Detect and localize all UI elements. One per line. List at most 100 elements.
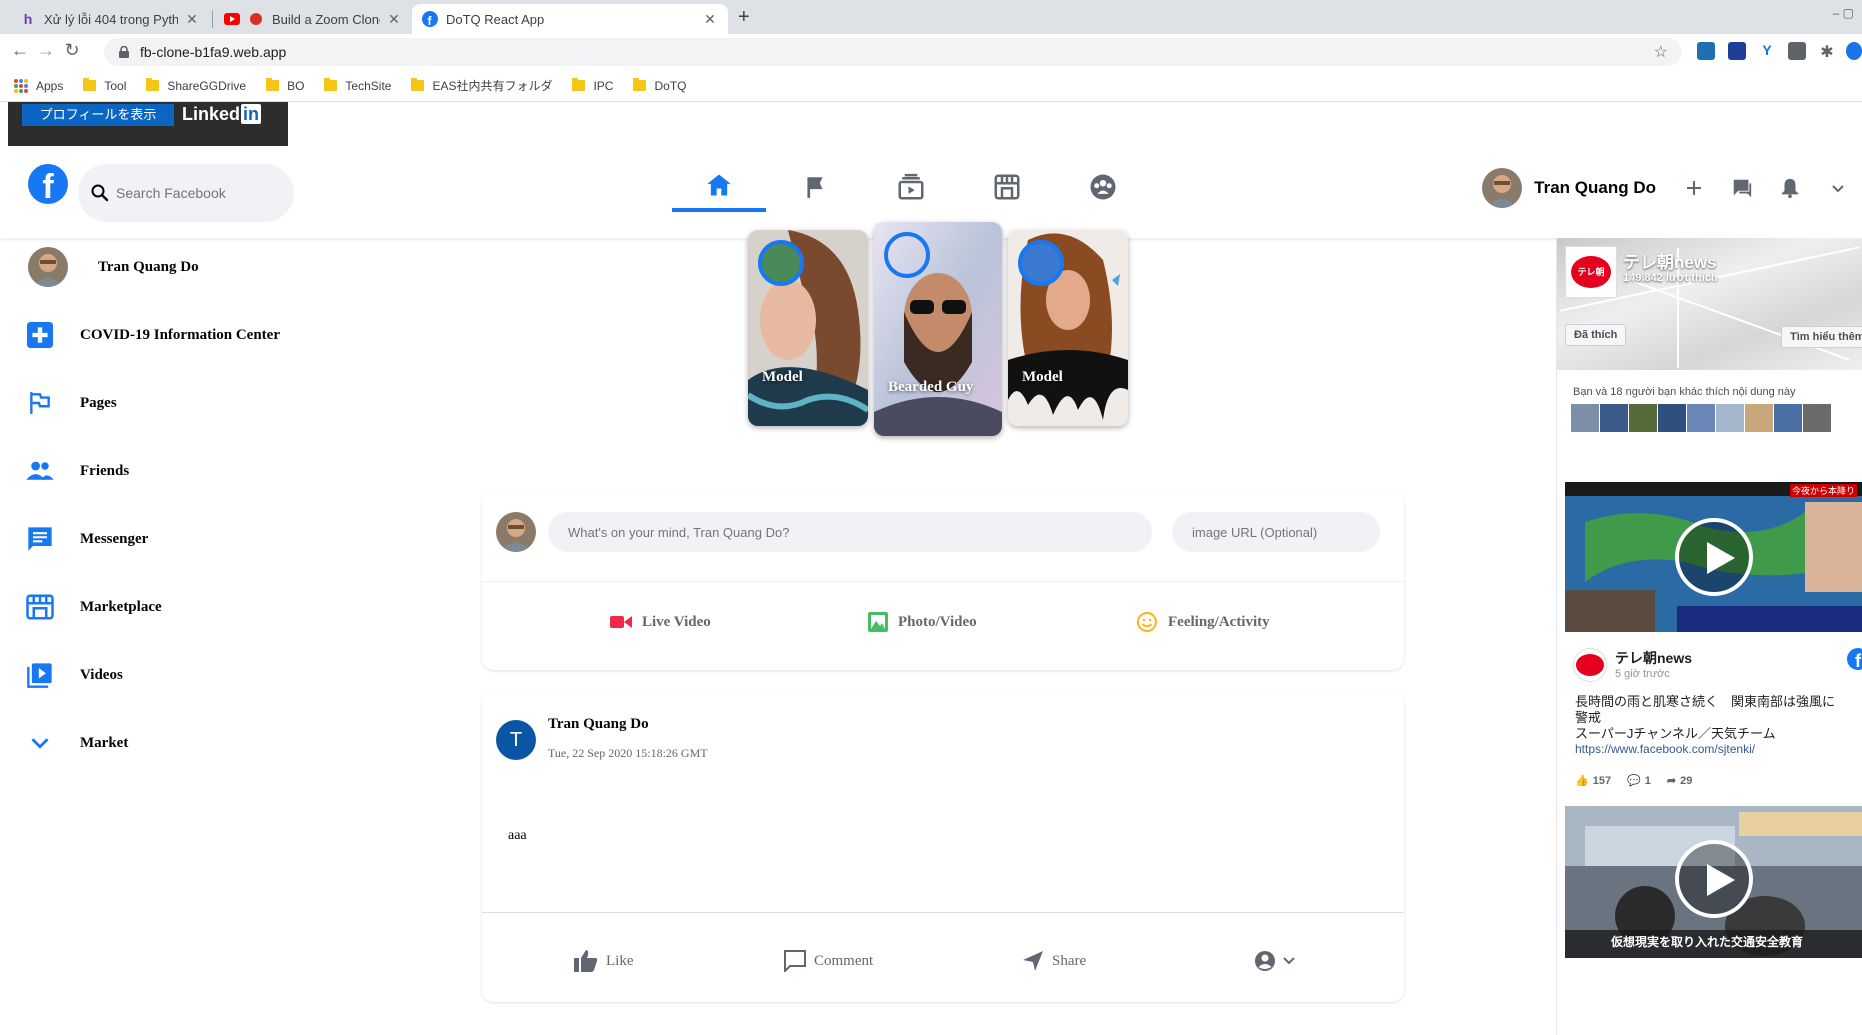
header-user-name[interactable]: Tran Quang Do: [1534, 178, 1656, 198]
live-video-option[interactable]: Live Video: [610, 602, 711, 642]
page-avatar[interactable]: [1573, 648, 1607, 682]
nav-groups[interactable]: [1056, 162, 1150, 212]
friend-avatar[interactable]: [1687, 404, 1715, 432]
puzzle-extensions-icon[interactable]: ✱: [1818, 42, 1836, 61]
browser-tab-strip: h Xử lý lỗi 404 trong Python Djang ✕ Bui…: [0, 0, 1862, 34]
story-card[interactable]: Model: [748, 230, 868, 426]
friend-avatar[interactable]: [1803, 404, 1831, 432]
extension-icon[interactable]: [1697, 42, 1715, 60]
photo-video-option[interactable]: Photo/Video: [868, 602, 977, 642]
friend-avatar[interactable]: [1600, 404, 1628, 432]
bookmark-star-icon[interactable]: ☆: [1654, 42, 1668, 62]
extension-badge-icon[interactable]: [1788, 42, 1806, 60]
post-author-avatar[interactable]: T: [496, 720, 536, 760]
browser-tab-1[interactable]: h Xử lý lỗi 404 trong Python Djang ✕: [10, 4, 210, 34]
facebook-logo-icon[interactable]: f: [28, 164, 68, 204]
sidebar-item-covid[interactable]: COVID-19 Information Center: [20, 310, 320, 360]
window-controls[interactable]: – ▢: [1802, 0, 1862, 34]
share-count[interactable]: ➦ 29: [1667, 774, 1692, 788]
bookmark-techsite[interactable]: TechSite: [324, 78, 392, 93]
bookmark-apps[interactable]: Apps: [14, 78, 63, 93]
close-tab-icon[interactable]: ✕: [386, 11, 402, 28]
story-card[interactable]: Bearded Guy: [874, 222, 1002, 436]
nav-marketplace[interactable]: [960, 162, 1054, 212]
recording-dot-icon: [248, 11, 264, 27]
sidebar-item-label: Friends: [80, 462, 130, 479]
window-control-icons[interactable]: – ▢: [1833, 6, 1854, 20]
image-url-input[interactable]: [1172, 512, 1380, 552]
bitwarden-icon[interactable]: [1728, 42, 1746, 60]
view-profile-button[interactable]: プロフィールを表示: [22, 104, 174, 126]
bookmark-label: TechSite: [345, 78, 392, 93]
page-name[interactable]: テレ朝news: [1623, 248, 1717, 273]
like-count[interactable]: 👍 157: [1575, 774, 1611, 788]
notifications-button[interactable]: [1772, 170, 1808, 206]
close-tab-icon[interactable]: ✕: [184, 11, 200, 28]
nav-watch[interactable]: [864, 162, 958, 212]
play-button-icon[interactable]: [1675, 518, 1753, 596]
play-button-icon[interactable]: [1675, 840, 1753, 918]
friend-avatar[interactable]: [1658, 404, 1686, 432]
widget-post-link[interactable]: https://www.facebook.com/sjtenki/: [1575, 742, 1755, 756]
new-tab-button[interactable]: +: [738, 6, 750, 29]
bookmark-sharegg[interactable]: ShareGGDrive: [146, 78, 246, 93]
facebook-icon[interactable]: f: [1847, 648, 1862, 670]
linkedin-badge[interactable]: プロフィールを表示 Linked in: [8, 102, 288, 146]
account-menu-button[interactable]: [1820, 170, 1856, 206]
status-input[interactable]: [548, 512, 1152, 552]
page-post-time[interactable]: 5 giờ trước: [1615, 668, 1670, 680]
feeling-activity-option[interactable]: Feeling/Activity: [1136, 602, 1270, 642]
reload-icon[interactable]: ↻: [60, 40, 84, 61]
sidebar-item-videos[interactable]: Videos: [20, 650, 320, 700]
page-logo[interactable]: テレ朝: [1565, 246, 1617, 298]
comment-button[interactable]: Comment: [784, 947, 873, 975]
back-arrow-icon[interactable]: ←: [8, 40, 32, 61]
friend-avatar[interactable]: [1629, 404, 1657, 432]
page-post-name[interactable]: テレ朝news: [1615, 648, 1692, 668]
sidebar-item-marketplace[interactable]: Marketplace: [20, 582, 320, 632]
bookmark-bo[interactable]: BO: [266, 78, 304, 93]
vue-devtools-icon[interactable]: Y: [1758, 42, 1776, 60]
bookmark-eas[interactable]: EAS社内共有フォルダ: [411, 77, 552, 94]
share-button[interactable]: Share: [1022, 947, 1086, 975]
video-library-icon: [20, 655, 60, 695]
plus-icon: [1687, 181, 1701, 195]
like-button[interactable]: Like: [574, 947, 634, 975]
bookmark-ipc[interactable]: IPC: [572, 78, 613, 93]
close-tab-icon[interactable]: ✕: [702, 11, 718, 28]
post-author-name[interactable]: Tran Quang Do: [548, 716, 649, 733]
browser-tab-3-active[interactable]: f DoTQ React App ✕: [412, 4, 728, 34]
friend-avatar[interactable]: [1745, 404, 1773, 432]
option-label: Feeling/Activity: [1168, 613, 1270, 630]
messenger-button[interactable]: [1724, 170, 1760, 206]
bookmark-tool[interactable]: Tool: [83, 78, 126, 93]
nav-home[interactable]: [672, 162, 766, 212]
search-box[interactable]: [78, 164, 294, 222]
sidebar-item-profile[interactable]: Tran Quang Do: [28, 242, 328, 292]
sidebar-item-market[interactable]: Market: [20, 718, 320, 768]
friend-avatar[interactable]: [1774, 404, 1802, 432]
liked-button[interactable]: Đã thích: [1565, 324, 1627, 346]
sidebar-item-messenger[interactable]: Messenger: [20, 514, 320, 564]
video-thumbnail-weather[interactable]: 今夜から本降り: [1565, 482, 1862, 632]
story-card[interactable]: Model: [1008, 230, 1128, 426]
bookmark-dotq[interactable]: DoTQ: [633, 78, 687, 93]
browser-tab-2[interactable]: Build a Zoom Clone with Node ✕: [214, 4, 412, 34]
page-cover-image[interactable]: テレ朝 テレ朝news 149.842 lượt thích Đã thích …: [1557, 238, 1862, 370]
comment-count[interactable]: 💬 1: [1627, 774, 1651, 788]
profile-icon[interactable]: [1846, 42, 1862, 60]
address-bar[interactable]: fb-clone-b1fa9.web.app ☆: [104, 38, 1682, 66]
create-button[interactable]: [1676, 170, 1712, 206]
post-audience-menu[interactable]: [1254, 947, 1296, 975]
url-text[interactable]: fb-clone-b1fa9.web.app: [140, 44, 286, 60]
user-avatar[interactable]: [1482, 168, 1523, 208]
friend-avatar[interactable]: [1716, 404, 1744, 432]
nav-pages[interactable]: [768, 162, 862, 212]
search-input[interactable]: [116, 185, 266, 201]
friend-avatar[interactable]: [1571, 404, 1599, 432]
sidebar-item-friends[interactable]: Friends: [20, 446, 320, 496]
forward-arrow-icon[interactable]: →: [34, 40, 58, 61]
video-thumbnail-classroom[interactable]: 仮想現実を取り入れた交通安全教育: [1565, 806, 1862, 958]
learn-more-button[interactable]: Tìm hiểu thêm: [1781, 326, 1862, 348]
sidebar-item-pages[interactable]: Pages: [20, 378, 320, 428]
